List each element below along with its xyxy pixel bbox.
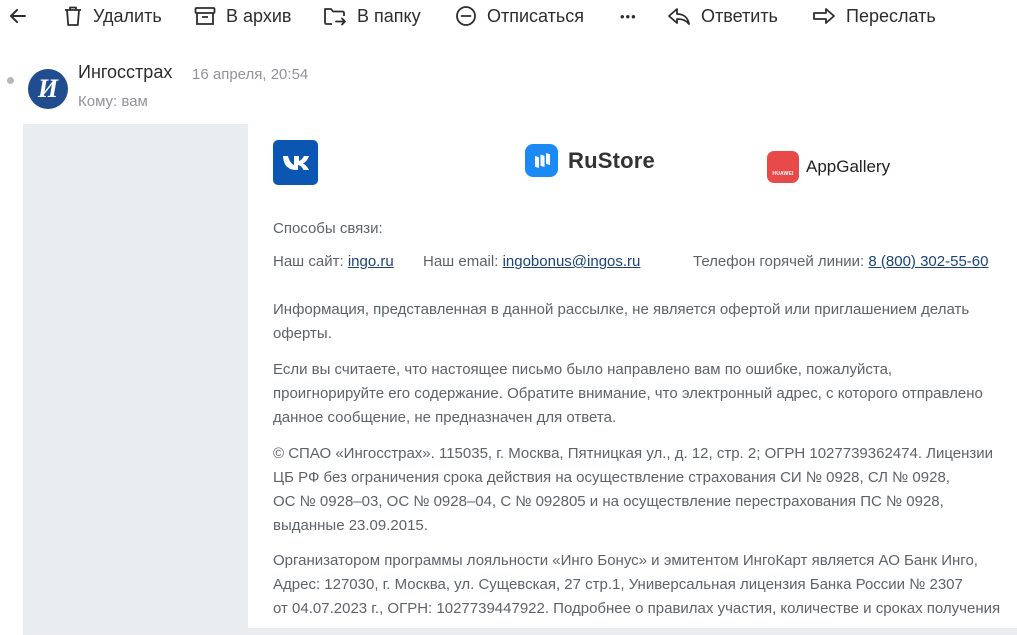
unread-status-dot[interactable] — [7, 77, 14, 84]
paragraph-line: © СПАО «Ингосстрах». 115035, г. Москва, … — [273, 445, 994, 462]
site-label: Наш сайт: — [273, 253, 344, 270]
paragraph-line: Если вы считаете, что настоящее письмо б… — [273, 361, 893, 378]
message-date: 16 апреля, 20:54 — [192, 66, 309, 83]
unsubscribe-minus-circle-icon — [455, 5, 477, 27]
archive-label: В архив — [226, 5, 292, 26]
email-contact: Наш email: ingobonus@ingos.ru — [423, 250, 640, 274]
folder-label: В папку — [357, 5, 421, 26]
paragraph-line: выданные 23.09.2015. — [273, 517, 428, 534]
phone-label: Телефон горячей линии: — [693, 253, 865, 270]
reply-arrow-icon — [667, 6, 691, 26]
back-arrow-icon — [8, 6, 28, 26]
site-link[interactable]: ingo.ru — [348, 253, 394, 270]
appgallery-logo[interactable]: HUAWEI AppGallery — [767, 151, 890, 183]
paragraph-line: оферты. — [273, 325, 332, 342]
email-link[interactable]: ingobonus@ingos.ru — [503, 253, 641, 270]
disclaimer-paragraph: Информация, представленная в данной расс… — [273, 298, 1013, 346]
rustore-icon — [525, 144, 558, 177]
reply-button[interactable]: Ответить — [667, 4, 778, 28]
paragraph-line: от 04.07.2023 г., ОГРН: 1027739447922. П… — [273, 600, 1001, 617]
delete-button[interactable]: Удалить — [63, 4, 162, 28]
forward-button[interactable]: Переслать — [812, 4, 936, 28]
trash-icon — [63, 5, 83, 27]
paragraph-line: ЦБ РФ без ограничения срока действия на … — [273, 469, 950, 486]
sender-name[interactable]: Ингосстрах — [78, 62, 172, 83]
rustore-logo[interactable]: RuStore — [525, 144, 655, 177]
paragraph-line: Информация, представленная в данной расс… — [273, 301, 970, 318]
reply-label: Ответить — [701, 5, 778, 26]
archive-button[interactable]: В архив — [194, 4, 291, 28]
toolbar: Удалить В архив В папку Отписаться ••• О… — [0, 0, 1017, 34]
forward-label: Переслать — [846, 5, 936, 26]
paragraph-line: проигнорируйте его содержание. Обратите … — [273, 385, 983, 402]
appgallery-wordmark: AppGallery — [806, 157, 891, 176]
recipient-line[interactable]: Кому: вам — [78, 93, 148, 110]
contacts-heading: Способы связи: — [273, 220, 383, 237]
email-label: Наш email: — [423, 253, 499, 270]
paragraph-line: Адрес: 127030, г. Москва, ул. Сущевская,… — [273, 576, 963, 593]
appgallery-bag-icon: HUAWEI — [767, 151, 799, 183]
paragraph-line: данное сообщение, не предназначен для от… — [273, 409, 617, 426]
vk-logo-icon[interactable] — [273, 140, 318, 185]
forward-arrow-icon — [812, 6, 836, 26]
unsubscribe-button[interactable]: Отписаться — [455, 4, 584, 28]
archive-box-icon — [194, 6, 216, 26]
more-dots-icon: ••• — [620, 8, 637, 24]
delete-label: Удалить — [93, 5, 162, 26]
paragraph-line: Организатором программы лояльности «Инго… — [273, 552, 978, 569]
unsubscribe-label: Отписаться — [487, 5, 585, 26]
phone-link[interactable]: 8 (800) 302-55-60 — [868, 253, 988, 270]
folder-move-icon — [323, 5, 347, 27]
email-left-panel — [23, 124, 248, 635]
sender-avatar[interactable]: И — [28, 69, 68, 109]
rustore-wordmark: RuStore — [568, 147, 655, 173]
back-button[interactable] — [8, 4, 28, 28]
huawei-wordmark: HUAWEI — [772, 171, 794, 177]
company-legal-paragraph: © СПАО «Ингосстрах». 115035, г. Москва, … — [273, 442, 1013, 538]
misdelivery-paragraph: Если вы считаете, что настоящее письмо б… — [273, 358, 1013, 430]
move-to-folder-button[interactable]: В папку — [323, 4, 421, 28]
loyalty-program-paragraph: Организатором программы лояльности «Инго… — [273, 549, 1013, 621]
paragraph-line: ОС № 0928–03, ОС № 0928–04, С № 092805 и… — [273, 493, 944, 510]
phone-contact: Телефон горячей линии: 8 (800) 302-55-60 — [693, 250, 988, 274]
site-contact: Наш сайт: ingo.ru — [273, 250, 394, 274]
more-button[interactable]: ••• — [620, 4, 637, 28]
horizontal-scrollbar[interactable] — [23, 628, 1017, 635]
